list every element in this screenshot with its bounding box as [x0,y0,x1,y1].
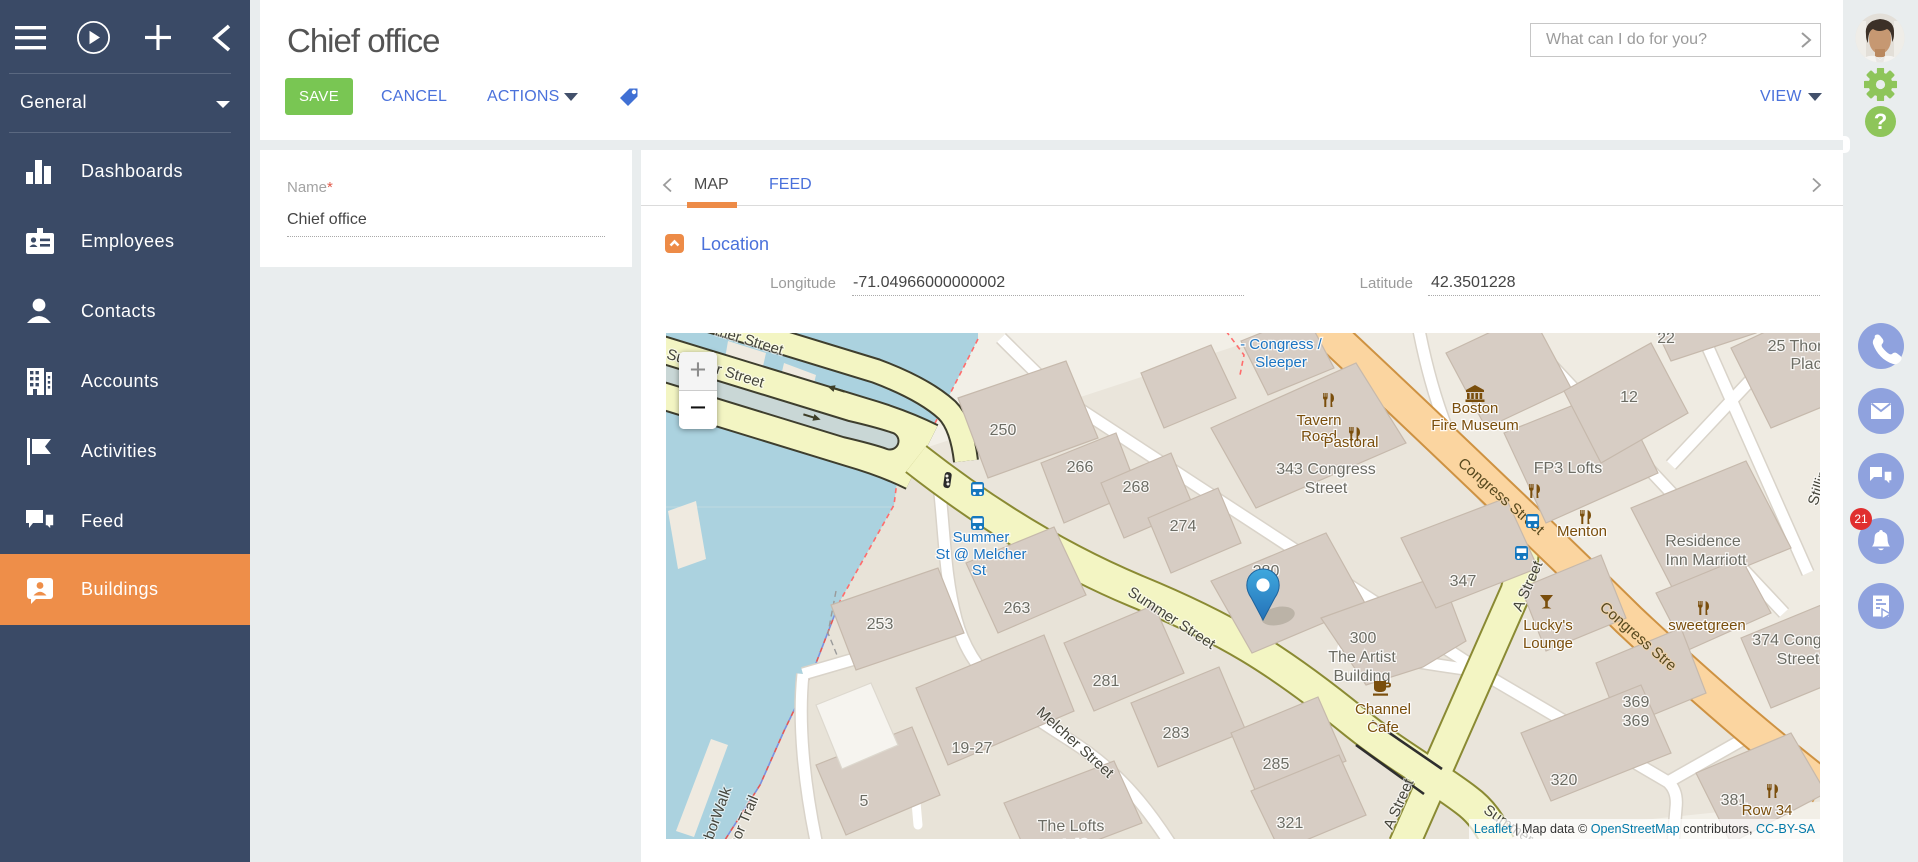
svg-text:5: 5 [860,793,869,810]
svg-text:281: 281 [1093,673,1120,690]
svg-text:- Congress /: - Congress / [1240,336,1323,353]
svg-text:?: ? [1874,109,1887,134]
svg-text:369: 369 [1623,694,1650,711]
svg-text:369: 369 [1623,713,1650,730]
svg-text:250: 250 [990,422,1017,439]
svg-text:FP3 Lofts: FP3 Lofts [1534,460,1602,477]
svg-text:at 49: at 49 [1053,837,1089,839]
svg-text:Cafe: Cafe [1367,719,1399,736]
svg-text:19-27: 19-27 [952,740,993,757]
svg-text:St @ Melcher: St @ Melcher [935,546,1026,563]
svg-text:320: 320 [1551,772,1578,789]
svg-text:12: 12 [1620,389,1638,406]
svg-text:268: 268 [1123,479,1150,496]
svg-text:263: 263 [1004,600,1031,617]
svg-text:Sleeper: Sleeper [1255,354,1307,371]
svg-text:Menton: Menton [1557,523,1607,540]
svg-text:Row 34: Row 34 [1742,802,1793,819]
svg-text:sweetgreen: sweetgreen [1668,617,1746,634]
svg-text:347: 347 [1450,573,1477,590]
svg-text:321: 321 [1277,815,1304,832]
svg-text:Fire Museum: Fire Museum [1431,417,1519,434]
svg-text:253: 253 [867,616,894,633]
svg-text:Lucky's: Lucky's [1523,617,1573,634]
svg-text:The Lofts: The Lofts [1038,818,1105,835]
svg-text:283: 283 [1163,725,1190,742]
svg-text:274: 274 [1170,518,1197,535]
svg-text:343 Congress: 343 Congress [1276,461,1376,478]
svg-text:Street: Street [1305,480,1348,497]
svg-text:25 Thor: 25 Thor [1768,338,1820,355]
svg-text:Tavern: Tavern [1296,412,1341,429]
svg-text:374 Cong: 374 Cong [1752,632,1820,649]
svg-text:Summer: Summer [953,529,1010,546]
svg-text:Channel: Channel [1355,701,1411,718]
svg-text:22: 22 [1657,333,1675,347]
svg-text:Plac: Plac [1790,356,1820,373]
svg-text:Boston: Boston [1452,400,1499,417]
svg-text:Lounge: Lounge [1523,635,1573,652]
svg-text:The Artist: The Artist [1328,649,1396,666]
svg-text:St: St [972,562,987,579]
svg-text:Street: Street [1777,651,1820,668]
svg-text:300: 300 [1350,630,1377,647]
svg-text:266: 266 [1067,459,1094,476]
svg-text:Residence: Residence [1665,533,1741,550]
svg-text:285: 285 [1263,756,1290,773]
svg-text:Inn Marriott: Inn Marriott [1666,552,1747,569]
